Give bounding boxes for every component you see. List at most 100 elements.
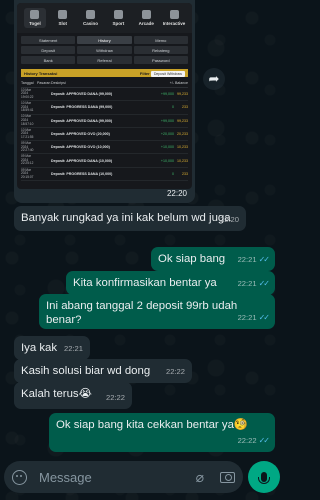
- history-table: Tanggal Pasaran Deskripsi +/- Balance 10…: [21, 79, 188, 182]
- message-in[interactable]: Banyak rungkad ya ini kak belum wd juga …: [14, 206, 246, 231]
- table-row: 10 Mar 2024 19:00:22 Deposit: APPROVED DA…: [21, 87, 188, 102]
- message-meta: 22:21: [64, 342, 83, 356]
- tab-memo: Memo: [133, 36, 188, 44]
- cell-desc: Deposit: APPROVED OVO (20,000): [51, 132, 110, 137]
- cell-balance: 233: [182, 171, 188, 176]
- message-text: Ini abang tanggal 2 deposit 99rb udah be…: [46, 300, 238, 326]
- sticker-icon[interactable]: [12, 469, 27, 485]
- cell-balance: 20,233: [177, 132, 188, 137]
- message-meta: 22:21 ✓✓: [237, 311, 271, 325]
- screenshot-tabs: Statement History Memo Deposit Withdraw …: [17, 33, 192, 67]
- nav-casino: Casino: [80, 10, 102, 26]
- message-text: Ok siap bang: [158, 253, 226, 265]
- nav-interactive: Interactive: [163, 10, 185, 26]
- interactive-icon: [169, 10, 179, 19]
- attach-icon[interactable]: ⌀: [196, 469, 204, 486]
- table-row: 10 Mar 2024 18:59:41 Deposit: PROGRESS DA…: [21, 101, 188, 115]
- message-time: 22:22: [165, 367, 185, 376]
- cell-amount: +10,000: [160, 158, 174, 163]
- screenshot-nav: Togel Slot Casino Sport Arcade Interacti…: [17, 3, 192, 33]
- message-in[interactable]: Kalah terus😭 22:22: [14, 382, 132, 409]
- message-time: 22:22: [105, 393, 125, 402]
- message-time: 22:20: [166, 189, 187, 198]
- message-text: Kasih solusi biar wd dong: [21, 365, 151, 377]
- message-text: Kita konfirmasikan bentar ya: [73, 277, 217, 289]
- message-composer: Message ⌀: [4, 461, 243, 493]
- table-row: 10 Mar 2024 17:21:55 Deposit: APPROVED OV…: [21, 127, 188, 142]
- cell-amount: +99,000: [160, 118, 174, 123]
- tab-withdraw: Withdraw: [77, 46, 132, 54]
- voice-record-button[interactable]: [248, 461, 280, 493]
- tab-deposit: Deposit: [21, 46, 76, 54]
- cell-balance: 233: [182, 105, 188, 110]
- forward-button[interactable]: ➦: [203, 68, 225, 90]
- shared-screenshot[interactable]: Togel Slot Casino Sport Arcade Interacti…: [17, 3, 192, 189]
- table-row: 09 Mar 2024 22:27:40 Deposit: APPROVED OV…: [21, 140, 188, 155]
- tab-password: Password: [133, 56, 188, 64]
- table-body: 10 Mar 2024 19:00:22 Deposit: APPROVED DA…: [21, 87, 188, 182]
- message-time: 22:21: [63, 344, 83, 353]
- message-out[interactable]: Kita konfirmasikan bentar ya 22:21 ✓✓: [66, 271, 275, 295]
- message-text: Kalah terus😭: [21, 388, 92, 400]
- table-row: 10 Mar 2024 18:57:10 Deposit: APPROVED DA…: [21, 115, 188, 128]
- camera-icon[interactable]: [220, 471, 235, 483]
- nav-togel: Togel: [23, 8, 46, 28]
- message-in[interactable]: Kasih solusi biar wd dong 22:22: [14, 359, 192, 383]
- cell-date: 10 Mar 2024 18:57:10: [21, 114, 34, 126]
- home-icon: [30, 10, 40, 19]
- message-out[interactable]: Ok siap bang kita cekkan bentar ya🧐 22:2…: [49, 413, 275, 452]
- tab-rebateng: Rebateng: [133, 46, 188, 54]
- tab-statement: Statement: [21, 36, 76, 44]
- table-header: Tanggal Pasaran Deskripsi +/- Balance: [21, 79, 188, 88]
- message-text: Iya kak: [21, 342, 58, 354]
- nav-arcade: Arcade: [135, 10, 157, 26]
- message-time: 22:20: [219, 215, 239, 224]
- read-ticks-icon: ✓✓: [258, 279, 270, 288]
- forward-icon: ➦: [208, 71, 220, 86]
- message-time: 22:21: [237, 313, 257, 322]
- cell-desc: Deposit: APPROVED DANA (99,000): [51, 92, 113, 97]
- read-ticks-icon: ✓✓: [258, 255, 270, 264]
- cell-balance: 10,233: [177, 158, 188, 163]
- image-message[interactable]: Togel Slot Casino Sport Arcade Interacti…: [14, 0, 195, 203]
- cell-balance: 99,233: [177, 118, 188, 123]
- message-time: 22:22: [237, 436, 257, 445]
- col-deskripsi: Deskripsi: [51, 81, 66, 85]
- cell-desc: Deposit: PROGRESS DANA (10,000): [51, 171, 113, 176]
- message-out[interactable]: Ini abang tanggal 2 deposit 99rb udah be…: [39, 294, 275, 329]
- cell-date: 10 Mar 2024 19:00:22: [21, 87, 34, 99]
- message-meta: 22:21 ✓✓: [237, 277, 271, 291]
- cell-balance: 99,233: [177, 92, 188, 97]
- cell-desc: Deposit: APPROVED OVO (10,000): [51, 145, 110, 150]
- message-input[interactable]: Message: [39, 470, 196, 485]
- mic-icon: [258, 472, 270, 484]
- message-out[interactable]: Ok siap bang 22:21 ✓✓: [151, 247, 275, 271]
- history-section-header: History Transaksi Filter Deposit Withdra…: [21, 69, 188, 77]
- cell-desc: Deposit: PROGRESS DANA (99,000): [51, 105, 113, 110]
- cell-amount: +20,000: [160, 132, 174, 137]
- casino-icon: [86, 10, 96, 19]
- message-meta: 22:22 ✓✓: [237, 434, 271, 448]
- message-text: Ok siap bang kita cekkan bentar ya🧐: [56, 419, 249, 431]
- cell-date: 10 Mar 2024 17:21:55: [21, 127, 34, 139]
- cell-desc: Deposit: APPROVED DANA (10,000): [51, 158, 113, 163]
- col-balance: Balance: [175, 81, 188, 85]
- message-meta: 22:20: [220, 213, 239, 227]
- message-time: 22:21: [237, 279, 257, 288]
- cell-date: 09 Mar 2024 22:25:12: [21, 154, 34, 166]
- message-in[interactable]: Iya kak 22:21: [14, 336, 90, 360]
- tab-bank: Bank: [21, 56, 76, 64]
- cell-amount: 0: [172, 171, 174, 176]
- col-amount: +/-: [169, 81, 174, 85]
- cell-amount: +10,000: [160, 145, 174, 150]
- cell-amount: 0: [172, 105, 174, 110]
- tab-referral: Referral: [77, 56, 132, 64]
- cell-date: 09 Mar 2024 20:15:07: [21, 167, 34, 179]
- nav-slot: Slot: [52, 10, 74, 26]
- cell-date: 10 Mar 2024 18:59:41: [21, 101, 34, 113]
- message-meta: 22:22: [106, 391, 125, 405]
- cell-amount: +99,000: [160, 92, 174, 97]
- cell-date: 09 Mar 2024 22:27:40: [21, 140, 34, 153]
- message-text: Banyak rungkad ya ini kak belum wd juga: [21, 212, 231, 224]
- slot-icon: [58, 10, 68, 19]
